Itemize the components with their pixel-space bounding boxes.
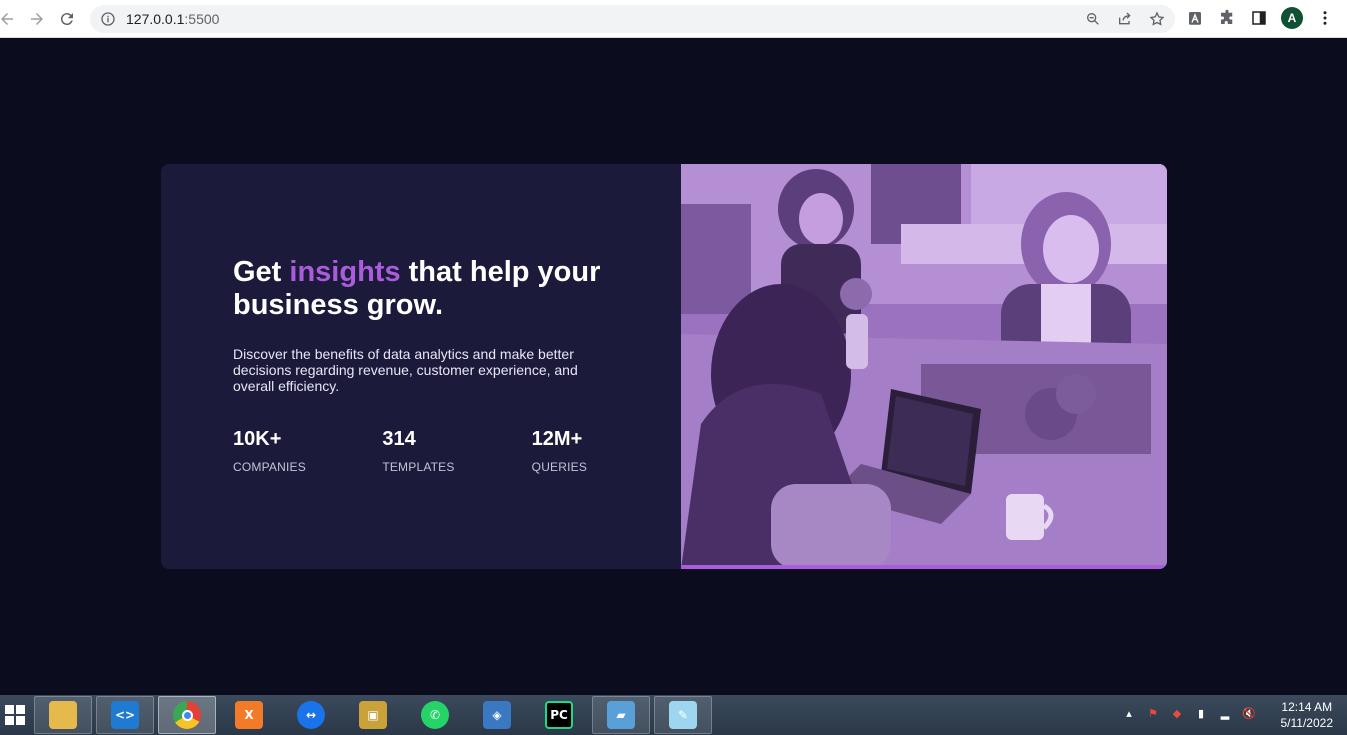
url-text[interactable]: 127.0.0.1:5500 — [126, 11, 219, 27]
signal-icon[interactable]: ▂ — [1217, 705, 1233, 721]
url-port: :5500 — [184, 11, 220, 27]
dropbox-icon[interactable]: ◆ — [1169, 705, 1185, 721]
stat-templates: 314 TEMPLATES — [382, 428, 531, 474]
stat-label: TEMPLATES — [382, 460, 455, 474]
clock-date: 5/11/2022 — [1280, 716, 1334, 730]
taskbar-package-app[interactable]: ▣ — [344, 696, 402, 734]
stat-value: 314 — [382, 428, 416, 450]
zoom-icon[interactable] — [1083, 9, 1103, 29]
taskbar-notepad[interactable]: ✎ — [654, 696, 712, 734]
headline-start: Get — [233, 256, 290, 288]
taskbar-xampp[interactable]: X — [220, 696, 278, 734]
chrome-icon — [173, 701, 201, 729]
forward-arrow-icon — [31, 12, 43, 25]
puzzle-icon[interactable] — [1217, 7, 1237, 29]
headline-accent: insights — [289, 256, 401, 288]
teamviewer-icon: ↔ — [297, 701, 325, 729]
reload-icon — [60, 12, 73, 25]
package-icon: ▣ — [359, 701, 387, 729]
stat-label: QUERIES — [531, 460, 588, 474]
stat-value: 12M+ — [531, 428, 583, 450]
stats-row: 10K+ COMPANIES 314 TEMPLATES 12M+ QUERIE… — [233, 428, 681, 474]
taskbar-whatsapp[interactable]: ✆ — [406, 696, 464, 734]
taskbar-pycharm[interactable]: PC — [530, 696, 588, 734]
taskbar-chrome[interactable] — [158, 696, 216, 734]
stat-value: 10K+ — [233, 428, 282, 450]
volume-muted-icon[interactable]: 🔇 — [1241, 705, 1257, 721]
virtualbox-icon: ◈ — [483, 701, 511, 729]
bookmark-star-icon[interactable] — [1147, 9, 1167, 29]
hero-text: Get insights that help your business gro… — [161, 164, 681, 569]
side-panel-icon[interactable] — [1249, 7, 1269, 29]
hero-image — [681, 164, 1167, 569]
notepad-icon: ✎ — [669, 701, 697, 729]
url-host: 127.0.0.1 — [126, 11, 185, 27]
clock[interactable]: 12:14 AM 5/11/2022 — [1281, 699, 1334, 731]
stat-companies: 10K+ COMPANIES — [233, 428, 382, 474]
taskbar-virtualbox[interactable]: ◈ — [468, 696, 526, 734]
extension-a-icon[interactable] — [1185, 7, 1205, 29]
flag-icon[interactable]: ⚑ — [1145, 705, 1161, 721]
clock-time: 12:14 AM — [1281, 700, 1333, 714]
folder-icon — [49, 701, 77, 729]
share-icon[interactable] — [1115, 9, 1135, 29]
xampp-icon: X — [235, 701, 263, 729]
battery-icon[interactable]: ▮ — [1193, 705, 1209, 721]
browser-toolbar: 127.0.0.1:5500 A — [0, 0, 1347, 38]
hero-card: Get insights that help your business gro… — [161, 164, 1167, 569]
whatsapp-icon: ✆ — [421, 701, 449, 729]
system-tray: ▴ ⚑ ◆ ▮ ▂ 🔇 — [1121, 705, 1257, 721]
stat-queries: 12M+ QUERIES — [532, 428, 681, 474]
start-button[interactable] — [0, 695, 30, 735]
hero-description: Discover the benefits of data analytics … — [233, 346, 578, 394]
back-arrow-icon — [1, 12, 13, 25]
address-bar[interactable]: 127.0.0.1:5500 — [90, 5, 1175, 33]
taskbar: <> X ↔ ▣ ✆ ◈ PC ▰ ✎ ▴ ⚑ ◆ ▮ ▂ 🔇 12:14 AM… — [0, 695, 1347, 735]
avatar[interactable]: A — [1281, 7, 1303, 29]
photos-icon: ▰ — [607, 701, 635, 729]
stat-label: COMPANIES — [233, 460, 306, 474]
headline: Get insights that help your business gro… — [233, 256, 633, 322]
info-icon[interactable] — [100, 11, 116, 27]
vscode-icon: <> — [111, 701, 139, 729]
windows-logo-icon — [5, 705, 25, 725]
pycharm-icon: PC — [545, 701, 573, 729]
menu-kebab-icon[interactable] — [1315, 7, 1335, 29]
taskbar-vscode[interactable]: <> — [96, 696, 154, 734]
tray-expand-icon[interactable]: ▴ — [1121, 705, 1137, 721]
forward-button[interactable] — [22, 4, 52, 34]
taskbar-photos[interactable]: ▰ — [592, 696, 650, 734]
taskbar-teamviewer[interactable]: ↔ — [282, 696, 340, 734]
reload-button[interactable] — [52, 4, 82, 34]
back-button[interactable] — [0, 4, 22, 34]
taskbar-file-explorer[interactable] — [34, 696, 92, 734]
office-photo-illustration — [681, 164, 1167, 569]
